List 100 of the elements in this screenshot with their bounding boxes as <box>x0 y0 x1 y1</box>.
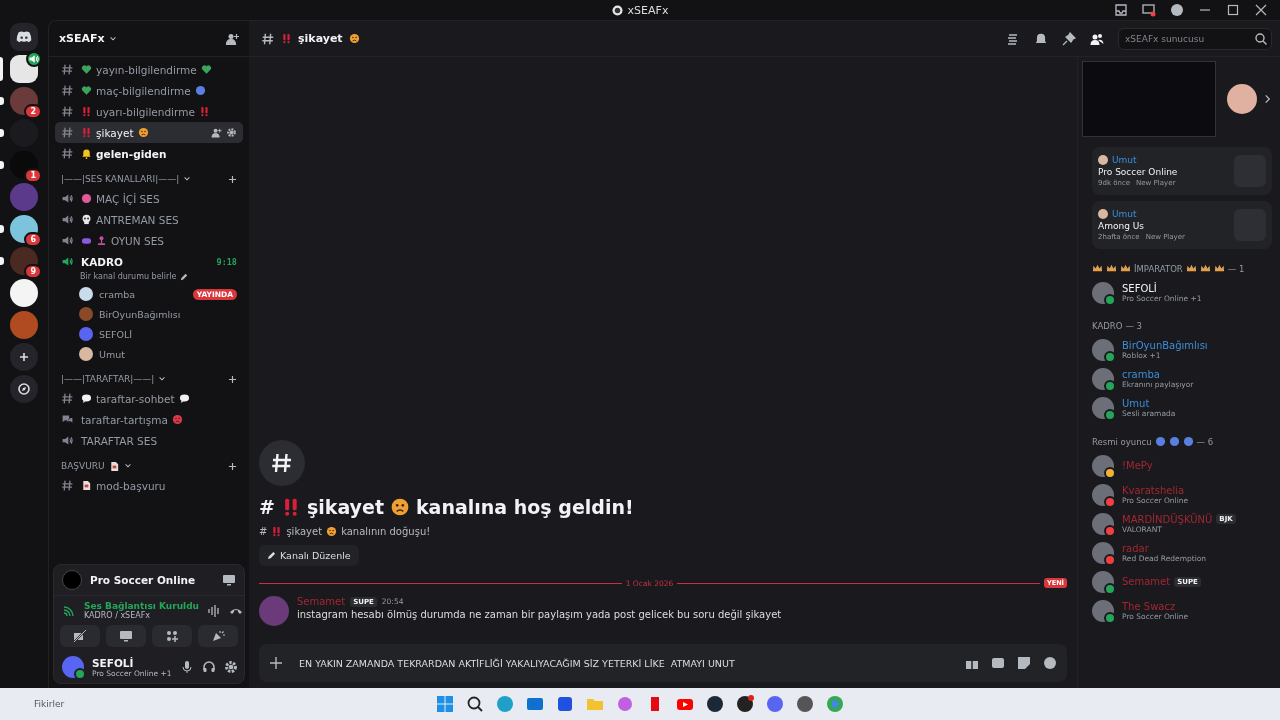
server-icon[interactable] <box>10 279 38 307</box>
server-name[interactable]: xSEAFx <box>59 32 105 45</box>
soundboard-button[interactable] <box>198 625 238 647</box>
sticker-icon[interactable] <box>1017 656 1031 670</box>
channel-item[interactable]: ANTREMAN SES <box>55 209 243 230</box>
threads-icon[interactable] <box>1006 31 1020 46</box>
add-channel-icon[interactable] <box>228 174 237 184</box>
channel-item[interactable]: taraftar-sohbet <box>55 388 243 409</box>
member-name[interactable]: cramba <box>1122 368 1160 380</box>
sound-wave-icon[interactable] <box>207 603 221 618</box>
pin-icon[interactable] <box>1062 31 1076 46</box>
server-icon[interactable] <box>10 151 38 179</box>
username: SEFOLİ <box>92 656 135 669</box>
screen-share-icon[interactable] <box>222 573 236 587</box>
plus-icon <box>19 352 29 362</box>
message-input[interactable]: EN YAKIN ZAMANDA TEKRARDAN AKTİFLİĞİ YAKALIYACAĞIM SİZ YETERKİ LİKE ATMAYI UNUT <box>297 656 951 670</box>
chevron-icon[interactable] <box>123 462 132 470</box>
hash-icon <box>61 84 74 97</box>
channel-item[interactable]: OYUN SES <box>55 230 243 251</box>
activities-button[interactable] <box>152 625 192 647</box>
user-avatar[interactable] <box>1092 367 1114 390</box>
add-attachment-icon[interactable] <box>269 656 283 670</box>
channel-item[interactable]: KADRO 9:18 <box>55 251 243 272</box>
voice-member-name[interactable]: cramba <box>99 288 136 300</box>
ball-icon <box>1168 436 1180 447</box>
invite-icon[interactable] <box>225 31 239 46</box>
crown-icon <box>1185 263 1197 274</box>
add-channel-icon[interactable] <box>228 374 237 384</box>
screen-record-icon[interactable] <box>1142 3 1156 17</box>
microphone-icon[interactable] <box>179 660 194 674</box>
user-avatar[interactable] <box>1092 454 1114 477</box>
avatar <box>1098 209 1108 219</box>
member-name[interactable]: Umut <box>1122 397 1150 409</box>
invite-icon[interactable] <box>211 127 222 138</box>
camera-off-button[interactable] <box>60 625 100 647</box>
category-label[interactable]: BAŞVURU <box>61 461 105 471</box>
explore-button[interactable] <box>10 375 38 403</box>
chevron-icon[interactable] <box>158 375 167 383</box>
member-name[interactable]: SEFOLİ <box>1122 282 1157 294</box>
add-channel-icon[interactable] <box>228 461 237 471</box>
discord-logo-icon <box>16 31 32 43</box>
exclamation-icon <box>81 106 92 117</box>
chevron-icon[interactable] <box>1263 92 1272 106</box>
add-server-button[interactable] <box>10 343 38 371</box>
voice-status[interactable]: Ses Bağlantısı Kuruldu <box>84 601 199 611</box>
channel-item[interactable]: yayın-bilgilendirme <box>55 59 243 80</box>
member-count: — 6 <box>1196 436 1214 447</box>
settings-icon[interactable] <box>226 127 237 138</box>
user-avatar[interactable] <box>1092 281 1114 304</box>
welcome-channel: şikayet <box>286 526 323 537</box>
category-label[interactable]: |——|TARAFTAR|——| <box>61 374 155 384</box>
crown-icon <box>1213 263 1225 274</box>
channel-item[interactable]: TARAFTAR SES <box>55 430 243 451</box>
channel-item[interactable]: gelen-giden <box>55 143 243 164</box>
close-icon[interactable] <box>1254 3 1268 17</box>
user-avatar[interactable] <box>1092 570 1114 593</box>
channel-item[interactable]: mod-başvuru <box>55 475 243 496</box>
pencil-icon[interactable] <box>180 272 189 281</box>
ball-icon <box>1182 436 1194 447</box>
members-icon[interactable] <box>1090 31 1104 46</box>
user-avatar[interactable] <box>1092 338 1114 361</box>
inbox-icon[interactable] <box>1114 3 1128 17</box>
chevron-icon[interactable] <box>108 34 117 43</box>
bell-icon[interactable] <box>1034 31 1048 46</box>
member-name[interactable]: BirOyunBağımlısı <box>1122 339 1208 351</box>
channel-item[interactable]: şikayet <box>55 122 243 143</box>
voice-member-name[interactable]: BirOyunBağımlısı <box>99 308 181 320</box>
voice-member-name[interactable]: Umut <box>99 348 125 360</box>
channel-item[interactable]: MAÇ İÇİ SES <box>55 188 243 209</box>
maximize-icon[interactable] <box>1226 3 1240 17</box>
search-icon[interactable] <box>465 694 485 714</box>
category-label[interactable]: |——|SES KANALLARI|——| <box>61 174 180 184</box>
chevron-icon[interactable] <box>183 175 192 183</box>
user-avatar[interactable] <box>1092 599 1114 622</box>
angry-icon <box>171 414 183 425</box>
edit-channel-button[interactable]: Kanalı Düzenle <box>259 545 359 566</box>
server-icon[interactable] <box>10 87 38 115</box>
voice-member-name[interactable]: SEFOLİ <box>99 328 133 340</box>
channel-item[interactable]: uyarı-bilgilendirme <box>55 101 243 122</box>
widget-label[interactable]: Fikirler <box>0 699 65 709</box>
channel-item[interactable]: taraftar-tartışma <box>55 409 243 430</box>
settings-icon[interactable] <box>223 660 238 674</box>
user-avatar[interactable] <box>1092 483 1114 506</box>
user-avatar[interactable] <box>1092 541 1114 564</box>
windows-start-icon[interactable] <box>435 694 455 714</box>
user-avatar[interactable] <box>1092 396 1114 419</box>
headphones-icon[interactable] <box>201 660 216 674</box>
message-field[interactable]: EN YAKIN ZAMANDA TEKRARDAN AKTİFLİĞİ YAKALIYACAĞIM SİZ YETERKİ LİKE ATMAYI UNUT <box>259 644 1067 682</box>
user-avatar[interactable] <box>62 656 84 678</box>
screen-share-button[interactable] <box>106 625 146 647</box>
server-icon[interactable] <box>10 215 38 243</box>
channel-status[interactable]: Bir kanal durumu belirle <box>80 272 177 281</box>
discord-home-button[interactable] <box>10 23 38 51</box>
activities-icon <box>165 629 179 643</box>
channel-item[interactable]: maç-bilgilendirme <box>55 80 243 101</box>
user-avatar[interactable] <box>1092 512 1114 535</box>
server-icon[interactable] <box>10 247 38 275</box>
search-field[interactable]: xSEAFx sunucusu <box>1118 27 1272 50</box>
mention-badge: 9 <box>24 264 42 279</box>
unread-indicator <box>0 257 4 265</box>
